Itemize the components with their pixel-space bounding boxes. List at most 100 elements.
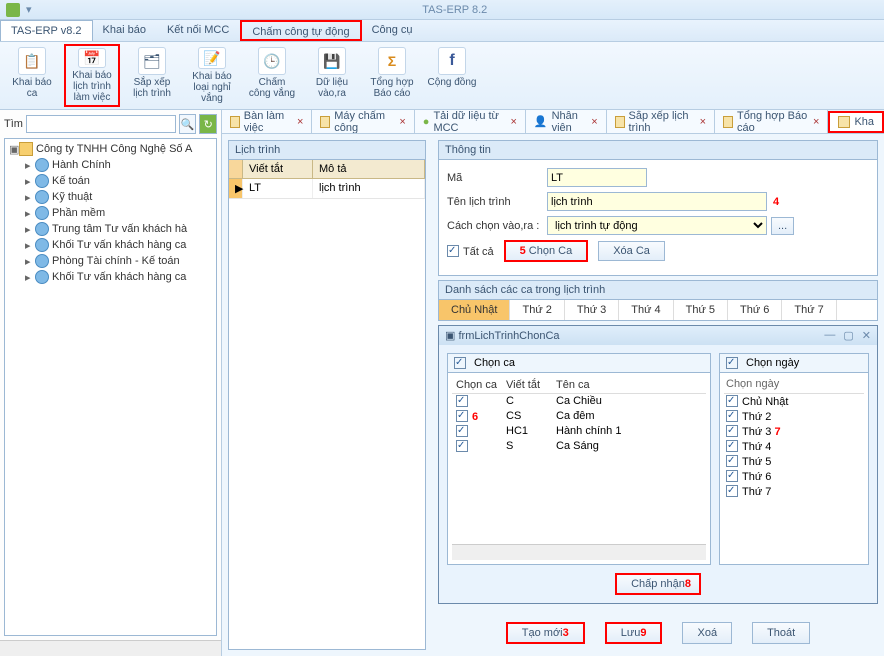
ribbon-cong-dong[interactable]: fCộng đồng xyxy=(424,44,480,107)
day-tab-t4[interactable]: Thứ 4 xyxy=(619,300,673,320)
tao-moi-button[interactable]: Tạo mới3 xyxy=(506,622,585,644)
day-row[interactable]: Thứ 2 xyxy=(724,409,864,424)
more-button[interactable]: ... xyxy=(771,217,794,235)
annotation-6: 6 xyxy=(472,411,478,423)
tab-may-cham-cong[interactable]: Máy chấm công× xyxy=(312,110,414,134)
ribbon-tong-hop[interactable]: ΣTổng hợp Báo cáo xyxy=(364,44,420,107)
ca-check[interactable] xyxy=(456,425,468,437)
day-tab-t7[interactable]: Thứ 7 xyxy=(782,300,836,320)
search-button[interactable]: 🔍 xyxy=(179,114,197,134)
day-tab-t3[interactable]: Thứ 3 xyxy=(565,300,619,320)
modal-titlebar[interactable]: ▣ frmLichTrinhChonCa — ▢ ✕ xyxy=(439,326,877,345)
tab-nhan-vien[interactable]: 👤Nhân viên× xyxy=(526,110,607,134)
ca-row[interactable]: 6CSCa đêm xyxy=(452,409,706,424)
day-tab-cn[interactable]: Chủ Nhật xyxy=(439,300,510,320)
tree-node[interactable]: ▸Kỹ thuật xyxy=(7,189,214,205)
accept-button[interactable]: Chấp nhận 8 xyxy=(615,573,701,595)
chon-ca-group-check[interactable] xyxy=(454,357,466,369)
ten-input[interactable] xyxy=(547,192,767,211)
col-viet-tat[interactable]: Viết tắt xyxy=(243,160,313,178)
refresh-button[interactable]: ↻ xyxy=(199,114,217,134)
ribbon: 📋Khai báo ca 📅Khai báo lịch trình làm vi… xyxy=(0,42,884,110)
version-tab[interactable]: TAS-ERP v8.2 xyxy=(0,20,93,41)
xoa-ca-button[interactable]: Xóa Ca xyxy=(598,241,665,261)
tree-hscroll[interactable] xyxy=(0,640,221,656)
day-check[interactable] xyxy=(726,395,738,407)
day-tab-t5[interactable]: Thứ 5 xyxy=(674,300,728,320)
grid-title: Lịch trình xyxy=(228,140,426,160)
close-icon[interactable]: × xyxy=(591,116,597,128)
close-icon[interactable]: × xyxy=(399,116,405,128)
day-tab-t2[interactable]: Thứ 2 xyxy=(510,300,564,320)
day-check[interactable] xyxy=(726,440,738,452)
ribbon-khai-bao-ca[interactable]: 📋Khai báo ca xyxy=(4,44,60,107)
day-row[interactable]: Thứ 6 xyxy=(724,469,864,484)
grid[interactable]: Viết tắt Mô tả ▶ LT lịch trình xyxy=(228,160,426,650)
menu-bar: TAS-ERP v8.2 Khai báo Kết nối MCC Chấm c… xyxy=(0,20,884,42)
day-check[interactable] xyxy=(726,470,738,482)
ca-check[interactable] xyxy=(456,440,468,452)
ca-check[interactable] xyxy=(456,410,468,422)
chon-ngay-group-check[interactable] xyxy=(726,357,738,369)
ribbon-khai-bao-lich[interactable]: 📅Khai báo lịch trình làm việc xyxy=(64,44,120,107)
ca-hscroll[interactable] xyxy=(452,544,706,560)
ribbon-khai-bao-loai[interactable]: 📝Khai báo loại nghỉ vắng xyxy=(184,44,240,107)
minimize-icon[interactable]: — xyxy=(824,329,835,342)
day-row[interactable]: Thứ 3 7 xyxy=(724,424,864,439)
sort-icon: 🗂 xyxy=(143,53,161,70)
col-mo-ta[interactable]: Mô tả xyxy=(313,160,425,178)
xoa-button[interactable]: Xoá xyxy=(682,622,732,644)
tab-ban-lam-viec[interactable]: Bàn làm việc× xyxy=(222,110,312,134)
tab-sap-xep[interactable]: Sắp xếp lịch trình× xyxy=(607,110,715,134)
close-icon[interactable]: ✕ xyxy=(862,329,871,342)
day-row[interactable]: Thứ 5 xyxy=(724,454,864,469)
grid-header: Viết tắt Mô tả xyxy=(229,160,425,179)
tree-node[interactable]: ▸Khối Tư vấn khách hàng ca xyxy=(7,237,214,253)
org-tree[interactable]: ▣Công ty TNHH Công Nghệ Số A ▸Hành Chính… xyxy=(4,138,217,636)
cach-select[interactable]: lịch trình tự động xyxy=(547,216,767,235)
tree-root[interactable]: ▣Công ty TNHH Công Nghệ Số A xyxy=(7,141,214,157)
ribbon-sap-xep[interactable]: 🗂Sắp xếp lịch trình xyxy=(124,44,180,107)
ca-row[interactable]: CCa Chiều xyxy=(452,394,706,409)
close-icon[interactable]: × xyxy=(813,116,819,128)
ribbon-cham-cong-vang[interactable]: 🕒Chấm công vắng xyxy=(244,44,300,107)
tree-node[interactable]: ▸Khối Tư vấn khách hàng ca xyxy=(7,269,214,285)
maximize-icon[interactable]: ▢ xyxy=(843,329,853,342)
close-icon[interactable]: × xyxy=(700,116,706,128)
menu-cong-cu[interactable]: Công cụ xyxy=(362,20,424,41)
ca-row[interactable]: HC1Hành chính 1 xyxy=(452,424,706,439)
close-icon[interactable]: × xyxy=(297,116,303,128)
tab-tai-du-lieu[interactable]: ●Tải dữ liệu từ MCC× xyxy=(415,110,526,134)
chon-ca-button[interactable]: 5 Chọn Ca xyxy=(504,240,589,262)
thoat-button[interactable]: Thoát xyxy=(752,622,810,644)
day-check[interactable] xyxy=(726,425,738,437)
day-check[interactable] xyxy=(726,410,738,422)
tree-node[interactable]: ▸Phần mềm xyxy=(7,205,214,221)
day-tab-t6[interactable]: Thứ 6 xyxy=(728,300,782,320)
ca-row[interactable]: SCa Sáng xyxy=(452,439,706,454)
tree-node[interactable]: ▸Trung tâm Tư vấn khách hà xyxy=(7,221,214,237)
luu-button[interactable]: Lưu9 xyxy=(605,622,663,644)
tatca-checkbox[interactable] xyxy=(447,245,459,257)
tree-node[interactable]: ▸Kế toán xyxy=(7,173,214,189)
tab-kha[interactable]: Kha xyxy=(828,111,884,133)
tree-node[interactable]: ▸Hành Chính xyxy=(7,157,214,173)
day-row[interactable]: Thứ 7 xyxy=(724,484,864,499)
day-check[interactable] xyxy=(726,485,738,497)
day-row[interactable]: Thứ 4 xyxy=(724,439,864,454)
menu-khai-bao[interactable]: Khai báo xyxy=(93,20,157,41)
menu-cham-cong[interactable]: Chấm công tự động xyxy=(240,20,361,41)
refresh-icon: ↻ xyxy=(204,118,213,131)
form-title: Thông tin xyxy=(438,140,878,160)
tab-tong-hop[interactable]: Tổng hợp Báo cáo× xyxy=(715,110,828,134)
day-row[interactable]: Chủ Nhật xyxy=(724,394,864,409)
search-input[interactable] xyxy=(26,115,176,133)
ma-input[interactable] xyxy=(547,168,647,187)
day-check[interactable] xyxy=(726,455,738,467)
close-icon[interactable]: × xyxy=(510,116,516,128)
menu-ket-noi[interactable]: Kết nối MCC xyxy=(157,20,240,41)
grid-row[interactable]: ▶ LT lịch trình xyxy=(229,179,425,199)
ca-check[interactable] xyxy=(456,395,468,407)
ribbon-du-lieu[interactable]: 💾Dữ liệu vào,ra xyxy=(304,44,360,107)
tree-node[interactable]: ▸Phòng Tài chính - Kế toán xyxy=(7,253,214,269)
